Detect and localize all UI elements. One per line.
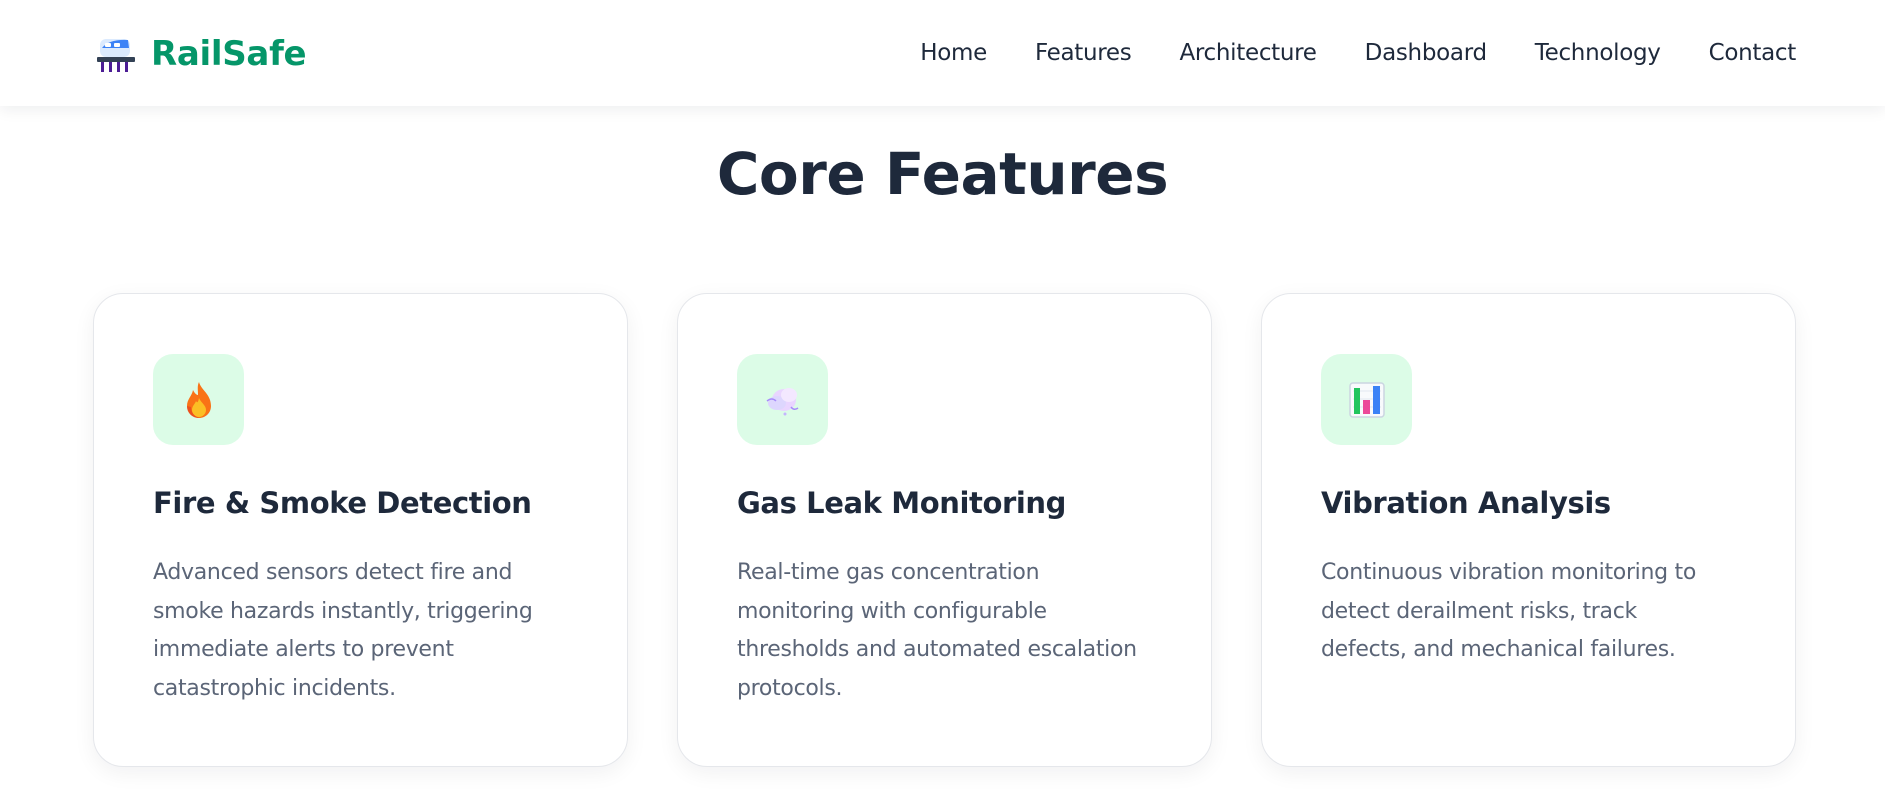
feature-title: Vibration Analysis: [1321, 486, 1611, 520]
fire-icon: [186, 381, 211, 418]
brand-name: RailSafe: [151, 34, 307, 74]
nav-link-architecture[interactable]: Architecture: [1179, 40, 1317, 66]
feature-icon-tile: [737, 354, 828, 445]
brand-logo[interactable]: RailSafe: [97, 32, 307, 76]
gas-cloud-icon: [766, 387, 798, 415]
feature-card-vibration: Vibration Analysis Continuous vibration …: [1261, 293, 1796, 767]
nav-link-contact[interactable]: Contact: [1709, 40, 1797, 66]
feature-description: Real-time gas concentration monitoring w…: [737, 560, 1137, 701]
feature-icon-tile: [1321, 354, 1412, 445]
nav-link-technology[interactable]: Technology: [1535, 40, 1661, 66]
feature-card-gas: Gas Leak Monitoring Real-time gas concen…: [677, 293, 1212, 767]
features-grid: Fire & Smoke Detection Advanced sensors …: [93, 293, 1796, 767]
feature-card-fire: Fire & Smoke Detection Advanced sensors …: [93, 293, 628, 767]
feature-icon-tile: [153, 354, 244, 445]
feature-description: Continuous vibration monitoring to detec…: [1321, 560, 1696, 662]
top-navbar: RailSafe Home Features Architecture Dash…: [0, 0, 1885, 106]
feature-title: Fire & Smoke Detection: [153, 486, 532, 520]
nav-link-features[interactable]: Features: [1035, 40, 1132, 66]
feature-description: Advanced sensors detect fire and smoke h…: [153, 560, 533, 701]
nav-link-home[interactable]: Home: [920, 40, 987, 66]
bar-chart-icon: [1348, 381, 1385, 418]
feature-title: Gas Leak Monitoring: [737, 486, 1067, 520]
main-nav: Home Features Architecture Dashboard Tec…: [920, 40, 1796, 66]
section-title: Core Features: [716, 140, 1169, 208]
nav-link-dashboard[interactable]: Dashboard: [1365, 40, 1487, 66]
train-icon: [97, 39, 135, 72]
